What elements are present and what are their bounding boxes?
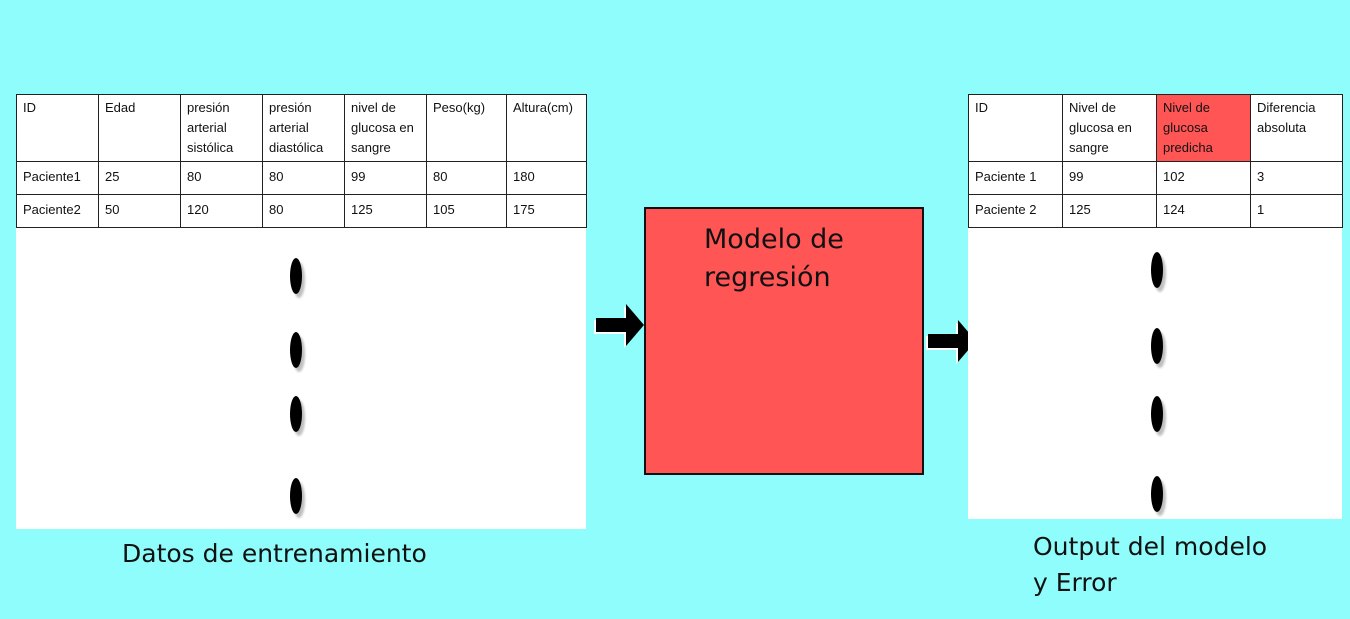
table-cell: 80 [426,161,507,195]
ellipsis-dot [1151,328,1163,364]
header-cell-glucose: nivel de glucosa en sangre [344,94,427,162]
table-cell: 3 [1250,161,1343,195]
ellipsis-dot [1151,252,1163,288]
table-cell: 80 [262,161,345,195]
training-data-caption: Datos de entrenamiento [122,539,427,568]
table-cell: 175 [506,194,587,228]
model-output-table: ID Nivel de glucosa en sangre Nivel de g… [968,94,1343,228]
table-cell: 1 [1250,194,1343,228]
model-label-line: regresión [704,262,831,293]
table-row: Paciente2 50 120 80 125 105 175 [16,194,587,228]
table-cell: Paciente 2 [968,194,1063,228]
ellipsis-dot [1151,396,1163,432]
caption-line: Output del modelo [1033,532,1268,561]
header-cell-diastolic: presión arterial diastólica [262,94,345,162]
table-cell: 80 [262,194,345,228]
table-row: Paciente 2 125 124 1 [968,194,1343,228]
header-cell-absolute-difference: Diferencia absoluta [1250,94,1343,162]
table-cell: Paciente2 [16,194,99,228]
model-label: Modelo de regresión [704,221,914,297]
training-data-panel: ID Edad presión arterial sistólica presi… [16,94,587,529]
table-row: Paciente 1 99 102 3 [968,161,1343,195]
training-table-header-row: ID Edad presión arterial sistólica presi… [16,94,587,162]
table-cell: 124 [1156,194,1251,228]
table-cell: 120 [180,194,263,228]
ellipsis-dot [290,332,302,368]
table-cell: 25 [98,161,181,195]
table-cell: 180 [506,161,587,195]
ellipsis-dot [290,258,302,294]
header-cell-weight: Peso(kg) [426,94,507,162]
table-cell: 80 [180,161,263,195]
training-data-table: ID Edad presión arterial sistólica presi… [16,94,587,228]
table-cell: 102 [1156,161,1251,195]
table-row: Paciente1 25 80 80 99 80 180 [16,161,587,195]
output-table-header-row: ID Nivel de glucosa en sangre Nivel de g… [968,94,1343,162]
table-cell: 50 [98,194,181,228]
table-cell: 125 [1062,194,1157,228]
header-cell-systolic: presión arterial sistólica [180,94,263,162]
regression-model-box: Modelo de regresión [644,207,924,475]
header-cell-glucose: Nivel de glucosa en sangre [1062,94,1157,162]
header-cell-predicted-glucose: Nivel de glucosa predicha [1156,94,1251,162]
table-cell: Paciente1 [16,161,99,195]
table-cell: 105 [426,194,507,228]
table-cell: 125 [344,194,427,228]
ellipsis-dot [1151,476,1163,512]
header-cell-id: ID [16,94,99,162]
table-cell: 99 [344,161,427,195]
table-cell: 99 [1062,161,1157,195]
arrow-right-icon [594,304,644,348]
header-cell-edad: Edad [98,94,181,162]
table-cell: Paciente 1 [968,161,1063,195]
ellipsis-dot [290,396,302,432]
model-output-panel: ID Nivel de glucosa en sangre Nivel de g… [968,94,1343,519]
model-label-line: Modelo de [704,224,844,255]
model-output-caption: Output del modelo y Error [1033,529,1267,601]
header-cell-height: Altura(cm) [506,94,587,162]
caption-line: y Error [1033,568,1117,597]
ellipsis-dot [290,478,302,514]
header-cell-id: ID [968,94,1063,162]
